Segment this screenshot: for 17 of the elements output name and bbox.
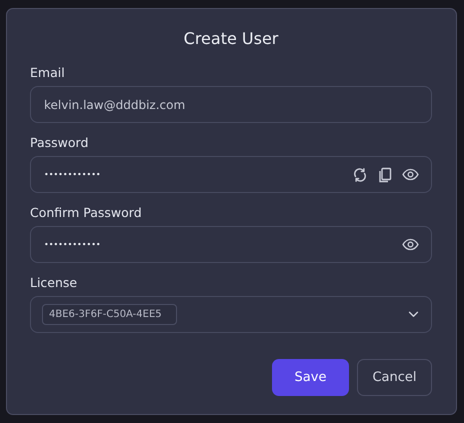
- email-field[interactable]: kelvin.law@dddbiz.com: [30, 86, 432, 123]
- field-label: Password: [30, 135, 88, 150]
- field-label: License: [30, 275, 78, 290]
- save-button[interactable]: Save: [272, 359, 349, 396]
- field-label: Confirm Password: [30, 205, 142, 220]
- license-chip: 4BE6-3F6F-C50A-4EE5: [42, 304, 177, 325]
- dialog-title: Create User: [184, 29, 278, 48]
- eye-icon[interactable]: [402, 238, 419, 251]
- password-field[interactable]: ••••••••••••: [30, 226, 432, 263]
- copy-icon[interactable]: [377, 166, 393, 182]
- cancel-button[interactable]: Cancel: [357, 359, 432, 396]
- chevron-down-icon: [408, 311, 419, 318]
- eye-icon[interactable]: [402, 168, 419, 181]
- refresh-icon[interactable]: [352, 166, 368, 182]
- password-field[interactable]: ••••••••••••: [30, 156, 432, 193]
- license-select[interactable]: 4BE6-3F6F-C50A-4EE5: [30, 296, 432, 333]
- field-label: Email: [30, 65, 65, 80]
